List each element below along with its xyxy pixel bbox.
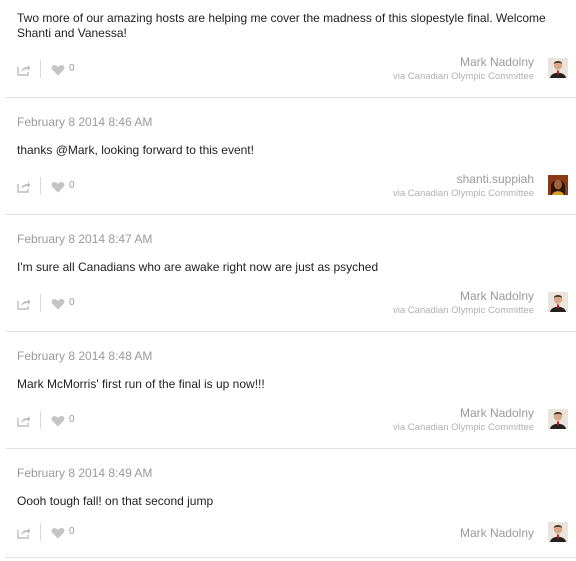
via-source[interactable]: via Canadian Olympic Committee xyxy=(393,71,534,82)
heart-icon[interactable] xyxy=(51,63,65,76)
like-count: 0 xyxy=(69,526,75,537)
share-icon[interactable] xyxy=(17,180,31,193)
post-timestamp: February 8 2014 8:49 AM xyxy=(17,466,153,480)
post-text: Mark McMorris' first run of the final is… xyxy=(17,377,265,391)
list-item: February 8 2014 8:47 AM I'm sure all Can… xyxy=(5,215,576,332)
heart-icon[interactable] xyxy=(51,526,65,539)
avatar[interactable] xyxy=(548,522,568,542)
divider xyxy=(40,294,41,312)
heart-icon[interactable] xyxy=(51,180,65,193)
heart-icon[interactable] xyxy=(51,297,65,310)
post-text: Oooh tough fall! on that second jump xyxy=(17,494,214,508)
like-count: 0 xyxy=(69,414,75,425)
author-name[interactable]: Mark Nadolny xyxy=(460,406,534,420)
list-item: February 8 2014 8:46 AM thanks @Mark, lo… xyxy=(5,98,576,215)
avatar[interactable] xyxy=(548,409,568,429)
author-name[interactable]: Mark Nadolny xyxy=(460,526,534,540)
post-timestamp: February 8 2014 8:48 AM xyxy=(17,349,153,363)
avatar[interactable] xyxy=(548,58,568,78)
via-source[interactable]: via Canadian Olympic Committee xyxy=(393,188,534,199)
list-item: Two more of our amazing hosts are helpin… xyxy=(5,0,576,98)
share-icon[interactable] xyxy=(17,297,31,310)
author-name[interactable]: Mark Nadolny xyxy=(460,55,534,69)
post-text: Two more of our amazing hosts are helpin… xyxy=(17,11,546,40)
list-item: February 8 2014 8:48 AM Mark McMorris' f… xyxy=(5,332,576,449)
avatar[interactable] xyxy=(548,175,568,195)
share-icon[interactable] xyxy=(17,63,31,76)
divider xyxy=(40,177,41,195)
via-source[interactable]: via Canadian Olympic Committee xyxy=(393,422,534,433)
post-timestamp: February 8 2014 8:46 AM xyxy=(17,115,153,129)
post-timestamp: February 8 2014 8:47 AM xyxy=(17,232,153,246)
avatar[interactable] xyxy=(548,292,568,312)
share-icon[interactable] xyxy=(17,526,31,539)
like-count: 0 xyxy=(69,180,75,191)
like-count: 0 xyxy=(69,63,75,74)
post-text: I'm sure all Canadians who are awake rig… xyxy=(17,260,379,274)
via-source[interactable]: via Canadian Olympic Committee xyxy=(393,305,534,316)
author-name[interactable]: Mark Nadolny xyxy=(460,289,534,303)
divider xyxy=(40,411,41,429)
list-item: February 8 2014 8:49 AM Oooh tough fall!… xyxy=(5,449,576,558)
post-text: thanks @Mark, looking forward to this ev… xyxy=(17,143,254,157)
heart-icon[interactable] xyxy=(51,414,65,427)
share-icon[interactable] xyxy=(17,414,31,427)
author-name[interactable]: shanti.suppiah xyxy=(457,172,534,186)
divider xyxy=(40,523,41,541)
like-count: 0 xyxy=(69,297,75,308)
divider xyxy=(40,60,41,78)
